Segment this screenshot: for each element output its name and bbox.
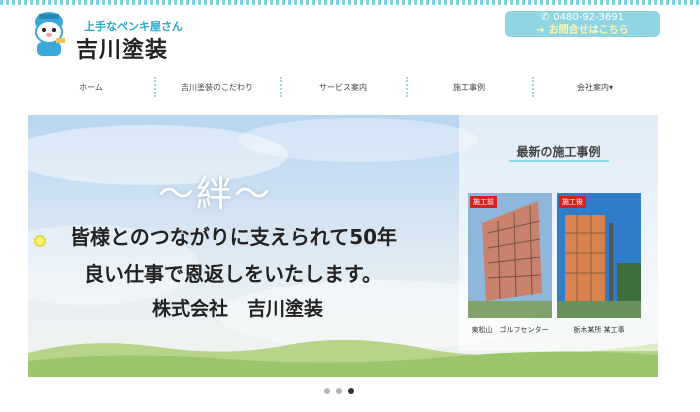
nav-label: 施工事例 [453, 82, 485, 92]
before-badge: 施工前 [470, 196, 497, 208]
main-nav: ホーム 吉川塗装のこだわり サービス案内 施工事例 会社案内▾ [28, 75, 658, 99]
work-case-caption: 栃木某所 某工事 [573, 326, 625, 334]
nav-item-commitment[interactable]: 吉川塗装のこだわり [154, 75, 280, 99]
contact-link-label: お問合せはこちら [548, 25, 629, 36]
after-badge: 施工後 [559, 196, 586, 208]
slider-dot[interactable] [324, 388, 330, 394]
mascot-icon [35, 12, 65, 56]
hero-heading: 〜絆〜 [158, 174, 273, 215]
nav-label: ホーム [79, 82, 103, 92]
slider-dot[interactable] [336, 388, 342, 394]
hero-message-line-2: 良い仕事で恩返しをいたします。 [84, 262, 382, 286]
nav-label: 会社案内▾ [576, 82, 613, 92]
site-logo[interactable]: 上手なペンキ屋さん 吉川塗装 [26, 8, 186, 63]
arrow-right-icon: ➔ [536, 25, 545, 36]
latest-works-title: 最新の施工事例 [516, 145, 601, 159]
nav-label: サービス案内 [319, 82, 367, 92]
building-photo-after [557, 193, 641, 318]
nav-label: 吉川塗装のこだわり [181, 82, 253, 92]
nav-item-company[interactable]: 会社案内▾ [532, 75, 658, 99]
slider-dot-active[interactable] [348, 388, 354, 394]
slider-pagination [324, 388, 354, 394]
work-case-caption: 東松山 ゴルフセンター [471, 326, 549, 334]
contact-link[interactable]: ➔ お問合せはこちら [505, 24, 660, 37]
latest-works-panel: 最新の施工事例 施工前 施工後 東松山 ゴルフセンター 栃木某所 某工事 [459, 115, 658, 351]
phone-icon: ✆ [540, 12, 550, 23]
logo-company-name: 吉川塗装 [76, 38, 169, 63]
work-case-after[interactable]: 施工後 [557, 193, 641, 318]
slide-prev-button[interactable] [34, 235, 46, 247]
title-underline [509, 160, 609, 162]
phone-row[interactable]: ✆ 0480-92-3691 [505, 11, 660, 24]
hero-slider[interactable]: 〜絆〜 皆様とのつながりに支えられて50年 良い仕事で恩返しをいたします。 株式… [28, 115, 658, 377]
top-decorative-stripe [0, 0, 700, 5]
hero-message-line-1: 皆様とのつながりに支えられて50年 [70, 225, 398, 249]
hero-company-line: 株式会社 吉川塗装 [152, 298, 324, 320]
phone-number: 0480-92-3691 [553, 12, 625, 23]
nav-item-home[interactable]: ホーム [28, 75, 154, 99]
contact-box[interactable]: ✆ 0480-92-3691 ➔ お問合せはこちら [505, 11, 660, 37]
nav-item-works[interactable]: 施工事例 [406, 75, 532, 99]
nav-item-services[interactable]: サービス案内 [280, 75, 406, 99]
building-photo-before [468, 193, 552, 318]
work-case-before[interactable]: 施工前 [468, 193, 552, 318]
